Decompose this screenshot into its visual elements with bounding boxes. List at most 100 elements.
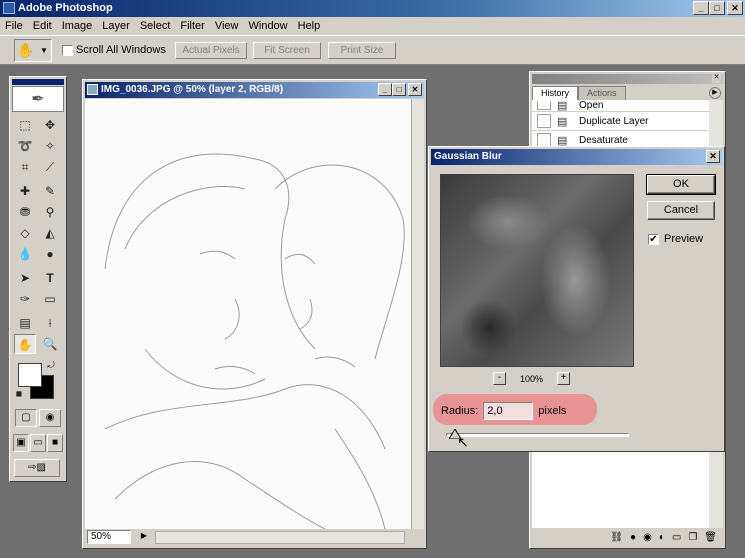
dialog-title: Gaussian Blur [434, 151, 502, 162]
healing-brush-tool-icon[interactable]: ✚ [14, 181, 36, 201]
status-menu-arrow-icon[interactable]: ▶ [137, 531, 151, 544]
type-tool-icon[interactable]: T [39, 268, 61, 288]
crop-tool-icon[interactable]: ⌗ [14, 157, 36, 177]
history-brush-source-checkbox[interactable] [537, 101, 551, 110]
history-palette-title-bar[interactable]: ✕ [532, 74, 723, 84]
history-item[interactable]: ▤ Duplicate Layer [532, 112, 709, 131]
new-state-icon[interactable]: ❐ [688, 532, 697, 543]
print-size-button[interactable]: Print Size [328, 42, 396, 59]
image-canvas[interactable] [85, 99, 411, 529]
clone-stamp-tool-icon[interactable]: ⛃ [14, 202, 36, 222]
menu-file[interactable]: File [0, 20, 28, 32]
shape-tool-icon[interactable]: ▭ [39, 289, 61, 309]
maximize-button[interactable]: □ [709, 1, 725, 15]
full-screen-menu-mode-button[interactable]: ▭ [30, 434, 46, 452]
menu-edit[interactable]: Edit [28, 20, 57, 32]
history-item[interactable]: ▤ Open [532, 100, 709, 112]
tool-preset-picker[interactable]: ✋ ▼ [14, 39, 52, 62]
hand-tool-icon[interactable]: ✋ [14, 334, 36, 354]
default-colors-icon[interactable]: ◼ [14, 389, 24, 399]
blur-tool-icon[interactable]: 💧 [14, 244, 36, 264]
scroll-all-windows-checkbox[interactable] [62, 44, 73, 56]
pen-tool-icon[interactable]: ✑ [14, 289, 36, 309]
sketch-mouth-2 [314, 356, 356, 368]
fit-screen-button[interactable]: Fit Screen [253, 42, 321, 59]
sketch-cheek [280, 218, 316, 350]
vertical-scrollbar[interactable] [411, 99, 424, 529]
ok-button[interactable]: OK [646, 174, 716, 195]
swap-colors-icon[interactable]: ⤾ [44, 359, 58, 371]
stop-icon[interactable]: ● [630, 532, 636, 543]
magic-wand-tool-icon[interactable]: ✧ [39, 136, 61, 156]
dialog-title-bar[interactable]: Gaussian Blur ✕ [431, 149, 722, 165]
standard-screen-mode-button[interactable]: ▣ [13, 434, 29, 452]
blur-preview-image[interactable] [440, 174, 634, 367]
preview-checkbox[interactable]: ✔ [648, 233, 659, 245]
quick-mask-mode-button[interactable]: ◉ [39, 409, 61, 427]
zoom-out-button[interactable]: - [493, 372, 506, 385]
document-close-button[interactable]: ✕ [408, 83, 422, 96]
radius-input[interactable] [483, 402, 534, 420]
palette-menu-icon[interactable]: ▶ [709, 87, 721, 99]
app-title-bar[interactable]: Adobe Photoshop _ □ ✕ [0, 0, 745, 17]
minimize-button[interactable]: _ [693, 1, 709, 15]
close-button[interactable]: ✕ [727, 1, 743, 15]
radius-slider-track[interactable] [446, 433, 629, 437]
dodge-tool-icon[interactable]: ● [39, 244, 61, 264]
sketch-hair-left [104, 153, 290, 270]
zoom-in-button[interactable]: + [557, 372, 571, 385]
menu-layer[interactable]: Layer [97, 20, 135, 32]
menu-filter[interactable]: Filter [175, 20, 209, 32]
preview-zoom-level: 100% [520, 373, 544, 384]
brush-tool-icon[interactable]: ✎ [39, 181, 61, 201]
chevron-down-icon[interactable]: ▼ [37, 46, 51, 55]
history-brush-source-checkbox[interactable] [537, 133, 551, 147]
eraser-tool-icon[interactable]: ◇ [14, 223, 36, 243]
eyedropper-tool-icon[interactable]: ⟊ [39, 313, 61, 333]
menu-window[interactable]: Window [244, 20, 293, 32]
menu-select[interactable]: Select [135, 20, 176, 32]
menu-help[interactable]: Help [293, 20, 326, 32]
toolbox-title-bar[interactable] [12, 79, 64, 85]
slice-tool-icon[interactable]: ⟋ [39, 157, 61, 177]
tab-history[interactable]: History [532, 86, 579, 100]
lasso-tool-icon[interactable]: ➰ [14, 136, 36, 156]
history-brush-source-checkbox[interactable] [537, 114, 551, 128]
standard-mode-button[interactable]: ▢ [15, 409, 37, 427]
menu-image[interactable]: Image [57, 20, 98, 32]
trash-icon[interactable]: 🗑 [704, 532, 717, 543]
options-bar: ✋ ▼ Scroll All Windows Actual Pixels Fit… [0, 35, 745, 65]
chain-icon[interactable]: ⛓ [610, 532, 623, 543]
history-brush-tool-icon[interactable]: ⚲ [39, 202, 61, 222]
document-minimize-button[interactable]: _ [378, 83, 392, 96]
preview-option[interactable]: ✔ Preview [648, 233, 703, 245]
new-document-icon[interactable]: ▭ [672, 532, 681, 543]
zoom-tool-icon[interactable]: 🔍 [39, 334, 61, 354]
horizontal-scrollbar[interactable] [155, 531, 405, 544]
menu-view[interactable]: View [210, 20, 244, 32]
full-screen-mode-button[interactable]: ■ [47, 434, 63, 452]
history-state-icon: ▤ [557, 115, 568, 128]
notes-tool-icon[interactable]: ▤ [14, 313, 36, 333]
dialog-close-button[interactable]: ✕ [706, 150, 720, 163]
hand-icon: ✋ [17, 42, 35, 58]
scroll-all-windows-option[interactable]: Scroll All Windows [62, 44, 166, 56]
zoom-level-field[interactable]: 50% [87, 530, 131, 544]
paint-bucket-tool-icon[interactable]: ◭ [39, 223, 61, 243]
marquee-tool-icon[interactable]: ⬚ [14, 115, 36, 135]
foreground-color-swatch[interactable] [18, 363, 42, 387]
jump-to-imageready-button[interactable]: ⇨▨ [14, 459, 60, 477]
tab-actions[interactable]: Actions [578, 86, 626, 100]
path-selection-tool-icon[interactable]: ➤ [14, 268, 36, 288]
actual-pixels-button[interactable]: Actual Pixels [175, 42, 247, 59]
history-close-icon[interactable]: ✕ [712, 74, 721, 83]
sketch-hairline [124, 186, 246, 250]
sketch-chin [144, 348, 266, 390]
move-tool-icon[interactable]: ✥ [39, 115, 61, 135]
record-icon[interactable]: ◉ [643, 532, 652, 543]
cancel-button[interactable]: Cancel [647, 201, 715, 220]
document-maximize-button[interactable]: □ [392, 83, 406, 96]
feather-logo-icon[interactable]: ✒ [12, 86, 64, 112]
new-snapshot-icon[interactable]: ◐ [659, 532, 665, 543]
document-title-bar[interactable]: IMG_0036.JPG @ 50% (layer 2, RGB/8) _ □ … [85, 82, 424, 98]
